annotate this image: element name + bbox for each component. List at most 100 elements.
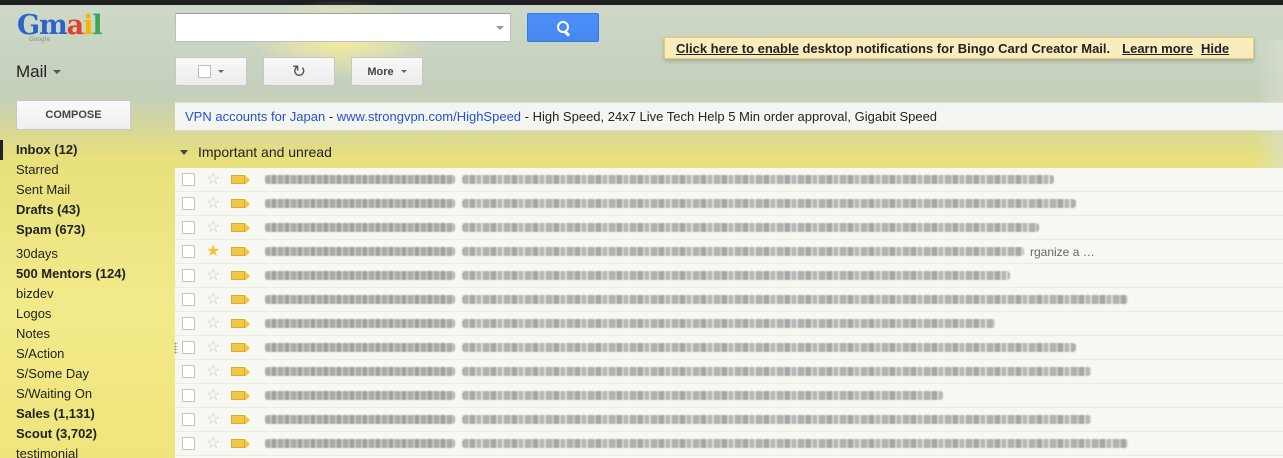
refresh-button[interactable]: ↻	[263, 57, 335, 86]
star-icon[interactable]: ☆	[206, 219, 222, 236]
ad-banner[interactable]: VPN accounts for Japan - www.strongvpn.c…	[175, 102, 1283, 131]
select-all-checkbox[interactable]	[198, 65, 211, 78]
more-button[interactable]: More	[351, 57, 423, 86]
subject-redacted	[462, 391, 943, 400]
table-row[interactable]: ★ rganize a …	[175, 240, 1283, 264]
row-checkbox[interactable]	[182, 413, 195, 426]
star-icon[interactable]: ☆	[206, 387, 222, 404]
row-checkbox[interactable]	[182, 437, 195, 450]
row-checkbox[interactable]	[182, 245, 195, 258]
drag-handle[interactable]	[174, 342, 178, 354]
section-header-important[interactable]: Important and unread	[175, 141, 1283, 163]
table-row[interactable]: ☆	[175, 360, 1283, 384]
star-icon[interactable]: ☆	[206, 315, 222, 332]
select-button[interactable]	[175, 57, 247, 86]
table-row[interactable]: ☆	[175, 432, 1283, 456]
sidebar-item[interactable]: Notes	[0, 324, 160, 344]
gmail-logo[interactable]: Gmail Google	[17, 10, 103, 43]
table-row[interactable]: ☆	[175, 384, 1283, 408]
search-button[interactable]	[527, 13, 599, 42]
sender-redacted	[265, 271, 455, 280]
sidebar-item[interactable]: bizdev	[0, 284, 160, 304]
row-checkbox[interactable]	[182, 317, 195, 330]
subject-redacted	[462, 319, 995, 328]
more-label: More	[367, 65, 394, 78]
search-input[interactable]	[175, 13, 511, 42]
sidebar-item[interactable]: Inbox (12)	[0, 140, 160, 160]
mail-label: Mail	[16, 62, 48, 81]
notification-bar: Click here to enable desktop notificatio…	[664, 37, 1254, 59]
star-icon[interactable]: ☆	[206, 171, 222, 188]
table-row[interactable]: ☆	[175, 264, 1283, 288]
star-icon[interactable]: ☆	[206, 267, 222, 284]
importance-marker-icon[interactable]	[231, 271, 250, 281]
star-icon[interactable]: ☆	[206, 339, 222, 356]
chevron-down-icon	[400, 70, 407, 73]
importance-marker-icon[interactable]	[231, 439, 250, 449]
compose-button[interactable]: COMPOSE	[16, 100, 131, 130]
sidebar-item[interactable]: S/Waiting On	[0, 384, 160, 404]
search-options-chevron-icon[interactable]	[496, 26, 504, 30]
collapse-triangle-icon[interactable]	[180, 149, 188, 155]
sidebar-item[interactable]: Sales (1,131)	[0, 404, 160, 424]
learn-more-link[interactable]: Learn more	[1122, 41, 1193, 56]
importance-marker-icon[interactable]	[231, 223, 250, 233]
row-checkbox[interactable]	[182, 389, 195, 402]
table-row[interactable]: ☆	[175, 288, 1283, 312]
sidebar-item[interactable]: Drafts (43)	[0, 200, 160, 220]
sidebar-item[interactable]: Logos	[0, 304, 160, 324]
row-checkbox[interactable]	[182, 365, 195, 378]
importance-marker-icon[interactable]	[231, 199, 250, 209]
star-icon[interactable]: ☆	[206, 363, 222, 380]
row-checkbox[interactable]	[182, 293, 195, 306]
sidebar-item[interactable]: S/Some Day	[0, 364, 160, 384]
sender-redacted	[265, 223, 455, 232]
star-icon[interactable]: ☆	[206, 435, 222, 452]
table-row[interactable]: ☆	[175, 168, 1283, 192]
sidebar-item[interactable]: testimonial	[0, 444, 160, 458]
table-row[interactable]: ☆	[175, 216, 1283, 240]
importance-marker-icon[interactable]	[231, 367, 250, 377]
star-icon[interactable]: ☆	[206, 291, 222, 308]
sender-redacted	[265, 439, 455, 448]
hide-link[interactable]: Hide	[1201, 41, 1229, 56]
sidebar-item[interactable]: Spam (673)	[0, 220, 160, 240]
row-checkbox[interactable]	[182, 341, 195, 354]
subject-redacted	[462, 415, 1091, 424]
importance-marker-icon[interactable]	[231, 319, 250, 329]
sidebar-item[interactable]: 500 Mentors (124)	[0, 264, 160, 284]
ad-url-link[interactable]: www.strongvpn.com/HighSpeed	[337, 109, 521, 124]
importance-marker-icon[interactable]	[231, 175, 250, 185]
star-icon[interactable]: ☆	[206, 411, 222, 428]
star-icon[interactable]: ☆	[206, 195, 222, 212]
notification-text: desktop notifications for Bingo Card Cre…	[802, 40, 1111, 56]
enable-notifications-link[interactable]: Click here to enable	[676, 41, 799, 56]
row-checkbox[interactable]	[182, 197, 195, 210]
sidebar-item[interactable]: 30days	[0, 244, 160, 264]
sidebar-item[interactable]: Scout (3,702)	[0, 424, 160, 444]
subject-redacted	[462, 439, 1128, 448]
chevron-down-icon	[53, 70, 62, 74]
row-checkbox[interactable]	[182, 173, 195, 186]
importance-marker-icon[interactable]	[231, 295, 250, 305]
star-icon[interactable]: ★	[206, 243, 222, 260]
sidebar-item[interactable]: S/Action	[0, 344, 160, 364]
subject-redacted	[462, 343, 1076, 352]
table-row[interactable]: ☆	[175, 312, 1283, 336]
mail-switcher[interactable]: Mail	[16, 62, 62, 82]
table-row[interactable]: ☆	[175, 192, 1283, 216]
importance-marker-icon[interactable]	[231, 391, 250, 401]
sidebar-item[interactable]: Starred	[0, 160, 160, 180]
table-row[interactable]: ☆	[174, 336, 1283, 360]
sender-redacted	[265, 175, 455, 184]
message-list: ☆ ☆ ☆ ★ rganize a … ☆ ☆ ☆ ☆ ☆ ☆ ☆ ☆	[174, 168, 1283, 458]
row-checkbox[interactable]	[182, 269, 195, 282]
sidebar-item[interactable]: Sent Mail	[0, 180, 160, 200]
row-checkbox[interactable]	[182, 221, 195, 234]
table-row[interactable]: ☆	[175, 408, 1283, 432]
sender-redacted	[265, 319, 455, 328]
importance-marker-icon[interactable]	[231, 247, 250, 257]
importance-marker-icon[interactable]	[231, 343, 250, 353]
ad-title-link[interactable]: VPN accounts for Japan	[185, 109, 325, 124]
importance-marker-icon[interactable]	[231, 415, 250, 425]
